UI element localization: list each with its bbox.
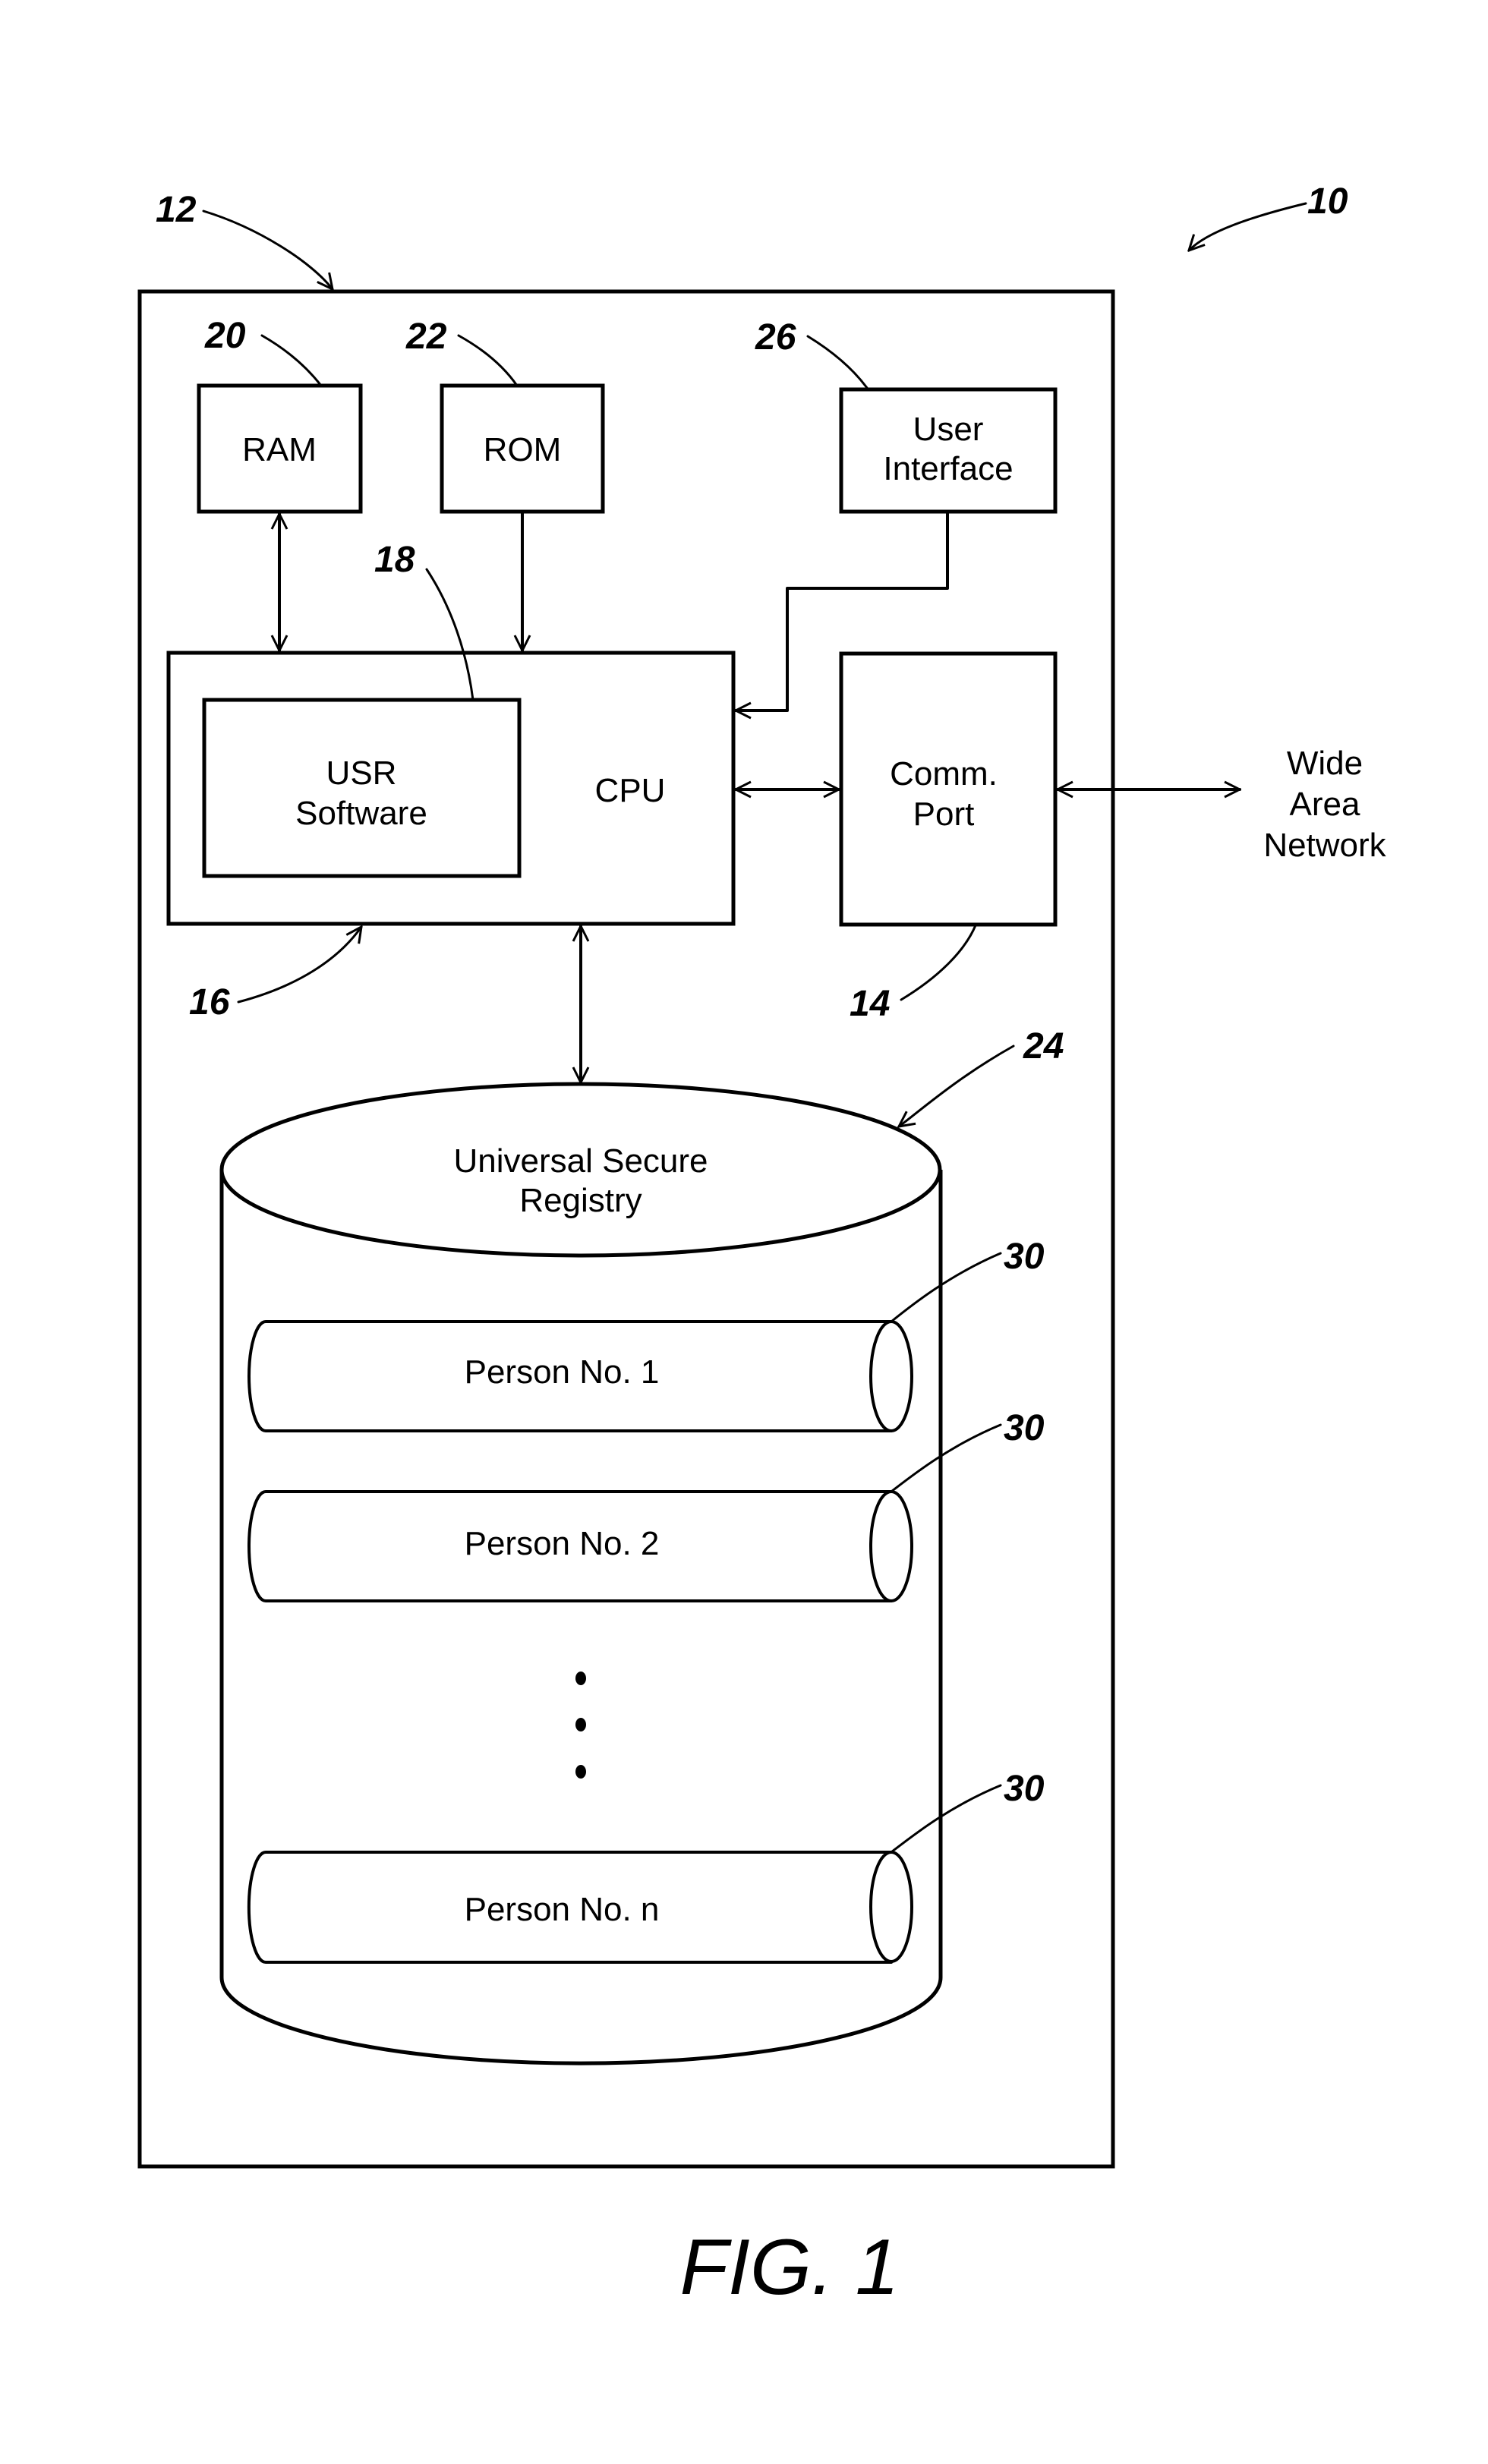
- usr-software-label-line1: USR: [326, 755, 397, 792]
- ref-label-16: 16: [189, 982, 230, 1022]
- ellipsis-dot-3: [575, 1765, 586, 1779]
- system-reference: 10: [1189, 181, 1348, 250]
- record-2-label: Person No. 2: [465, 1525, 660, 1562]
- comm-port-label-line1: Comm.: [890, 755, 998, 792]
- leader-arrow-10: [1189, 202, 1307, 250]
- rom-label: ROM: [484, 431, 562, 468]
- registry-label-line1: Universal Secure: [453, 1142, 708, 1180]
- ref-label-10: 10: [1307, 181, 1348, 222]
- user-interface-label-line2: Interface: [883, 450, 1013, 487]
- registry-label-line2: Registry: [519, 1182, 642, 1219]
- wan-label-line2: Area: [1290, 786, 1360, 823]
- user-interface-label-line1: User: [913, 411, 984, 448]
- registry-cylinder-body: [219, 1170, 943, 2065]
- wide-area-network-label: Wide Area Network: [1263, 745, 1386, 864]
- ram-label: RAM: [242, 431, 317, 468]
- ref-label-18: 18: [374, 540, 415, 580]
- registry-database: Universal Secure Registry 24 Person No. …: [219, 1026, 1064, 2065]
- ellipsis-dot-1: [575, 1672, 586, 1685]
- record-n-label: Person No. n: [465, 1891, 660, 1928]
- wan-label-line3: Network: [1263, 827, 1386, 864]
- cpu-label: CPU: [595, 772, 666, 809]
- comm-port-label-line2: Port: [913, 796, 975, 833]
- wan-label-line1: Wide: [1287, 745, 1363, 782]
- ref-label-30-b: 30: [1004, 1408, 1045, 1448]
- ref-label-20: 20: [204, 316, 246, 356]
- ref-label-14: 14: [850, 984, 890, 1024]
- ref-label-12: 12: [156, 190, 197, 230]
- computer-reference: 12: [156, 190, 333, 289]
- patent-figure: 10 12 RAM 20 ROM 22 User Interface 26 CP…: [137, 181, 1387, 2311]
- usr-software-label-line2: Software: [295, 795, 427, 832]
- ref-label-22: 22: [405, 317, 447, 357]
- ref-label-30-c: 30: [1004, 1769, 1045, 1809]
- ref-label-30-a: 30: [1004, 1237, 1045, 1277]
- ref-label-24: 24: [1023, 1026, 1064, 1067]
- leader-arrow-12: [202, 210, 333, 289]
- figure-caption: FIG. 1: [680, 2223, 900, 2311]
- ellipsis-dot-2: [575, 1718, 586, 1731]
- ref-label-26: 26: [755, 317, 796, 358]
- record-1-label: Person No. 1: [465, 1353, 660, 1391]
